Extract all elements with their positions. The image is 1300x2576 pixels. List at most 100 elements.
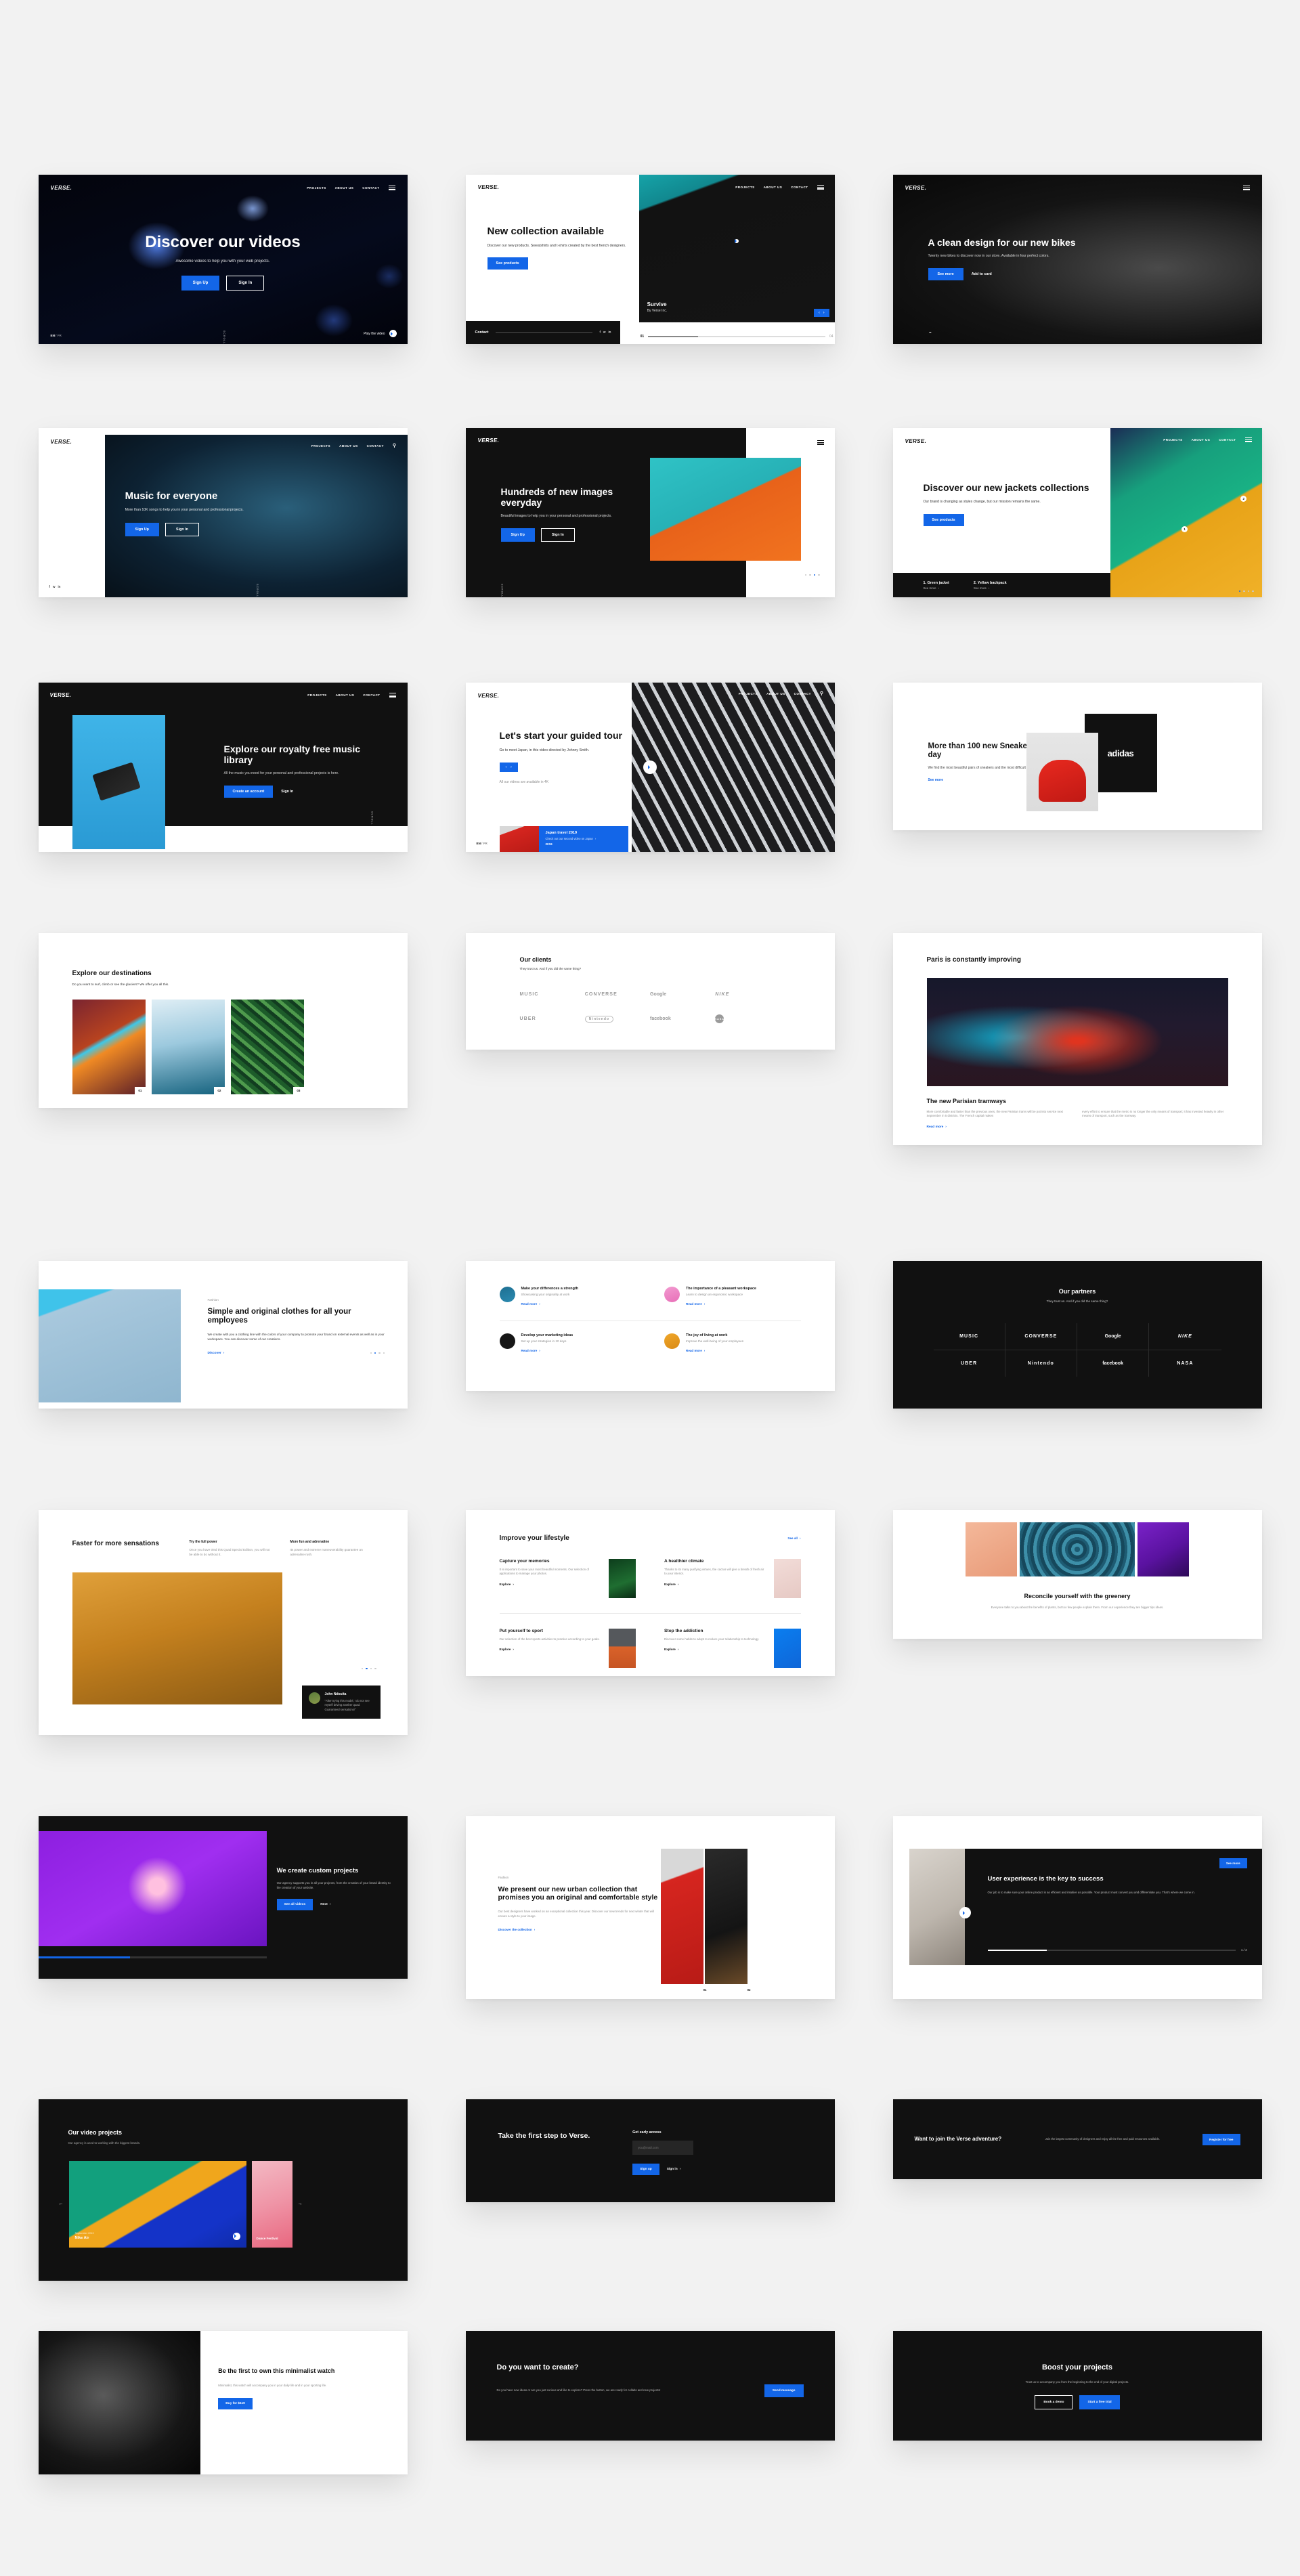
card-clients[interactable]: Our clients They trust us. And if you di… [465, 933, 835, 1050]
lifestyle-item[interactable]: Stop the addiction Discover some habits … [664, 1628, 801, 1668]
see-all-videos-button[interactable]: See all videos [276, 1899, 313, 1911]
gallery-image-2[interactable] [1020, 1522, 1135, 1576]
play-video-control[interactable]: Play the video [364, 330, 397, 337]
article-item[interactable]: The importance of a pleasant workspace L… [664, 1287, 801, 1321]
see-more-button[interactable]: See more [928, 267, 963, 280]
nav-about[interactable]: ABOUT US [766, 692, 785, 695]
slider-dots[interactable] [361, 1667, 376, 1669]
gallery-image-1[interactable] [966, 1522, 1017, 1576]
explore-link[interactable]: Explore [500, 1648, 514, 1651]
play-icon[interactable] [232, 2232, 240, 2240]
nav-contact[interactable]: CONTACT [1219, 438, 1236, 442]
lang-fr[interactable]: FR [483, 842, 488, 845]
social-links[interactable]: f w in [599, 330, 611, 335]
register-free-button[interactable]: Register for free [1202, 2133, 1240, 2145]
sign-up-button[interactable]: Sign up [632, 2164, 659, 2175]
video-progress[interactable] [38, 1956, 267, 1958]
card-urban[interactable]: Fashion We present our new urban collect… [465, 1816, 835, 1999]
play-icon[interactable] [643, 760, 657, 774]
destination-item[interactable]: 02 [151, 999, 225, 1094]
search-icon[interactable]: ⚲ [393, 443, 397, 448]
sign-in-button[interactable]: Sign in [667, 2168, 681, 2171]
read-more-link[interactable]: Read more [927, 1125, 947, 1129]
see-products-button[interactable]: See products [923, 513, 964, 526]
card-ux[interactable]: User experience is the key to success Ou… [892, 1816, 1262, 1999]
read-more-link[interactable]: Read more [521, 1302, 540, 1306]
chevron-down-icon[interactable]: ⌄ [928, 328, 933, 335]
explore-link[interactable]: Explore [500, 1583, 514, 1586]
nav-projects[interactable]: PROJECTS [739, 692, 758, 695]
urban-photo-2[interactable]: 02 [704, 1849, 754, 1994]
card-videos[interactable]: VERSE. PROJECTS ABOUT US CONTACT Discove… [38, 175, 408, 344]
nav-projects[interactable]: PROJECTS [311, 444, 330, 448]
language-switch[interactable]: EN / FR [51, 334, 62, 337]
logo[interactable]: VERSE. [51, 185, 72, 191]
urban-photo-1[interactable]: 01 [660, 1849, 710, 1994]
gallery-image-3[interactable] [1138, 1522, 1189, 1576]
hamburger-icon[interactable] [389, 691, 396, 698]
card-paris[interactable]: Paris is constantly improving The new Pa… [892, 933, 1262, 1145]
card-articles[interactable]: Make your differences a strength Showcas… [465, 1261, 835, 1391]
nav-projects[interactable]: PROJECTS [1163, 438, 1182, 442]
logo[interactable]: VERSE. [478, 184, 500, 190]
hamburger-icon[interactable] [1244, 436, 1252, 443]
article-item[interactable]: Make your differences a strength Showcas… [499, 1287, 636, 1321]
card-create[interactable]: Do you want to create? Do you have new i… [465, 2331, 835, 2441]
explore-link[interactable]: Explore [664, 1583, 678, 1586]
lifestyle-item[interactable]: Put yourself to sport Our selection of t… [500, 1628, 636, 1668]
sign-in-button[interactable]: Sign In [540, 528, 575, 542]
nav-projects[interactable]: PROJECTS [307, 186, 326, 190]
add-to-card-button[interactable]: Add to card [972, 272, 992, 276]
card-joinverse[interactable]: Want to join the Verse adventure? Join t… [892, 2099, 1262, 2179]
card-watch[interactable]: Be the first to own this minimalist watc… [38, 2331, 408, 2474]
card-lifestyle[interactable]: Improve your lifestyle See all Capture y… [465, 1510, 835, 1676]
read-more-link[interactable]: Read more [686, 1302, 705, 1306]
hamburger-icon[interactable] [817, 184, 824, 190]
item-link[interactable]: See more [924, 586, 949, 590]
lang-fr[interactable]: FR [58, 334, 62, 337]
see-products-button[interactable]: See products [487, 257, 528, 270]
read-more-link[interactable]: Read more [521, 1349, 540, 1352]
lang-en[interactable]: EN [51, 334, 55, 337]
play-icon[interactable] [735, 238, 739, 243]
explore-link[interactable]: Explore [664, 1648, 678, 1651]
card-jackets[interactable]: PROJECTS ABOUT US CONTACT 1 2 VERSE. Dis… [892, 428, 1262, 597]
video-slide-1[interactable]: September 2019 Nike Air [68, 2160, 246, 2248]
card-bikes[interactable]: VERSE. A clean design for our new bikes … [892, 175, 1262, 344]
logo[interactable]: VERSE. [478, 437, 500, 444]
logo[interactable]: VERSE. [51, 439, 72, 445]
contact-bar[interactable]: Contact f w in [465, 321, 621, 344]
buy-button[interactable]: Buy for $119 [218, 2398, 253, 2409]
book-demo-button[interactable]: Book a demo [1035, 2395, 1073, 2410]
hamburger-icon[interactable] [817, 439, 824, 446]
read-more-link[interactable]: Read more [686, 1349, 705, 1352]
sign-up-button[interactable]: Sign Up [125, 523, 159, 537]
hamburger-icon[interactable] [388, 184, 395, 191]
nav-about[interactable]: ABOUT US [335, 186, 354, 190]
sign-in-button[interactable]: Sign In [281, 790, 293, 794]
discover-collection-link[interactable]: Discover the collection [498, 1928, 536, 1931]
card-videoprojects[interactable]: Our video projects Our agency is used to… [38, 2099, 408, 2281]
nav-about[interactable]: ABOUT US [1192, 438, 1211, 442]
play-icon[interactable] [389, 330, 397, 337]
search-icon[interactable]: ⚲ [820, 691, 824, 696]
progress-track[interactable] [987, 1949, 1236, 1951]
email-input[interactable] [632, 2141, 694, 2155]
play-icon[interactable] [959, 1907, 971, 1918]
nav-contact[interactable]: CONTACT [362, 186, 379, 190]
slider-dots[interactable] [370, 1352, 385, 1354]
card-boost[interactable]: Boost your projects Trust us to accompan… [892, 2331, 1262, 2441]
logo[interactable]: VERSE. [50, 692, 72, 698]
slider-dots[interactable] [1238, 590, 1254, 592]
see-more-button[interactable]: See more [1219, 1858, 1247, 1868]
nav-projects[interactable]: PROJECTS [735, 186, 754, 189]
card-partners[interactable]: Our partners They trust us. And if you d… [892, 1261, 1262, 1409]
logo[interactable]: VERSE. [478, 693, 500, 699]
sign-up-button[interactable]: Sign Up [181, 275, 220, 291]
slider-arrows[interactable]: ‹ › [814, 308, 829, 317]
card-clothes[interactable]: Fashion Simple and original clothes for … [38, 1261, 408, 1409]
slider-dots[interactable] [804, 574, 820, 576]
nav-contact[interactable]: CONTACT [791, 186, 808, 189]
jacket-item-1[interactable]: 1. Green jacket See more [924, 581, 949, 590]
lifestyle-item[interactable]: Capture your memories It is important to… [500, 1558, 636, 1613]
